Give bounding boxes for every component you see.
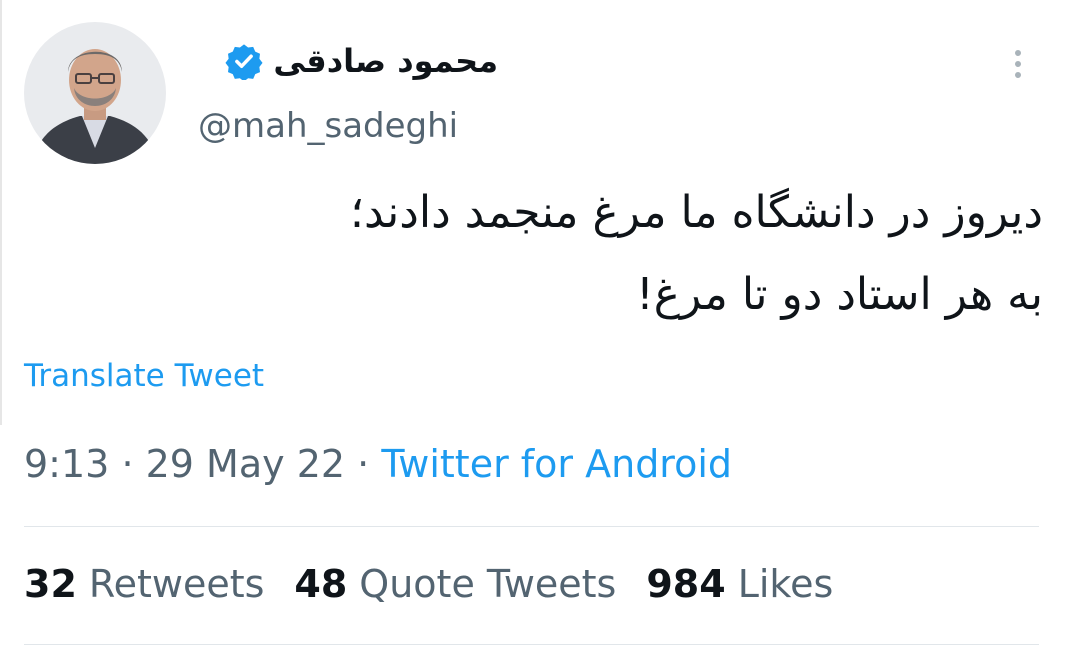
retweets-label: Retweets — [88, 562, 265, 606]
divider — [24, 526, 1039, 527]
likes-count: 984 — [646, 562, 726, 606]
avatar-image — [24, 22, 166, 164]
avatar[interactable] — [24, 22, 166, 164]
retweets-stat[interactable]: 32 Retweets — [24, 562, 264, 606]
quote-tweets-label: Quote Tweets — [359, 562, 617, 606]
likes-label: Likes — [737, 562, 834, 606]
more-vertical-icon — [1015, 50, 1021, 56]
translate-tweet-link[interactable]: Translate Tweet — [24, 358, 264, 394]
tweet-date[interactable]: 29 May 22 — [146, 442, 345, 486]
tweet-text-line: به هر استاد دو تا مرغ! — [636, 269, 1043, 320]
quote-tweets-count: 48 — [294, 562, 348, 606]
tweet-time[interactable]: 9:13 — [24, 442, 109, 486]
meta-separator: · — [357, 442, 370, 486]
meta-separator: · — [121, 442, 134, 486]
tweet-text: دیروز در دانشگاه ما مرغ منجمد دادند؛ به … — [43, 172, 1043, 336]
author-name[interactable]: محمود صادقی — [273, 42, 498, 80]
verified-badge-icon — [225, 44, 263, 80]
likes-stat[interactable]: 984 Likes — [646, 562, 833, 606]
more-vertical-icon-dot — [1015, 72, 1021, 78]
tweet-meta: 9:13 · 29 May 22 · Twitter for Android — [24, 442, 732, 486]
more-vertical-icon-dot — [1015, 61, 1021, 67]
tweet-card: محمود صادقی @mah_sadeghi دیروز در دانشگا… — [0, 0, 1071, 661]
author-handle[interactable]: @mah_sadeghi — [198, 106, 458, 146]
author-name-row: محمود صادقی — [225, 36, 498, 86]
quote-tweets-stat[interactable]: 48 Quote Tweets — [294, 562, 616, 606]
retweets-count: 32 — [24, 562, 77, 606]
tweet-source-link[interactable]: Twitter for Android — [381, 442, 732, 486]
divider — [24, 644, 1039, 645]
more-options-button[interactable] — [1004, 44, 1032, 84]
tweet-text-line: دیروز در دانشگاه ما مرغ منجمد دادند؛ — [349, 187, 1043, 238]
tweet-stats: 32 Retweets 48 Quote Tweets 984 Likes — [24, 562, 833, 606]
